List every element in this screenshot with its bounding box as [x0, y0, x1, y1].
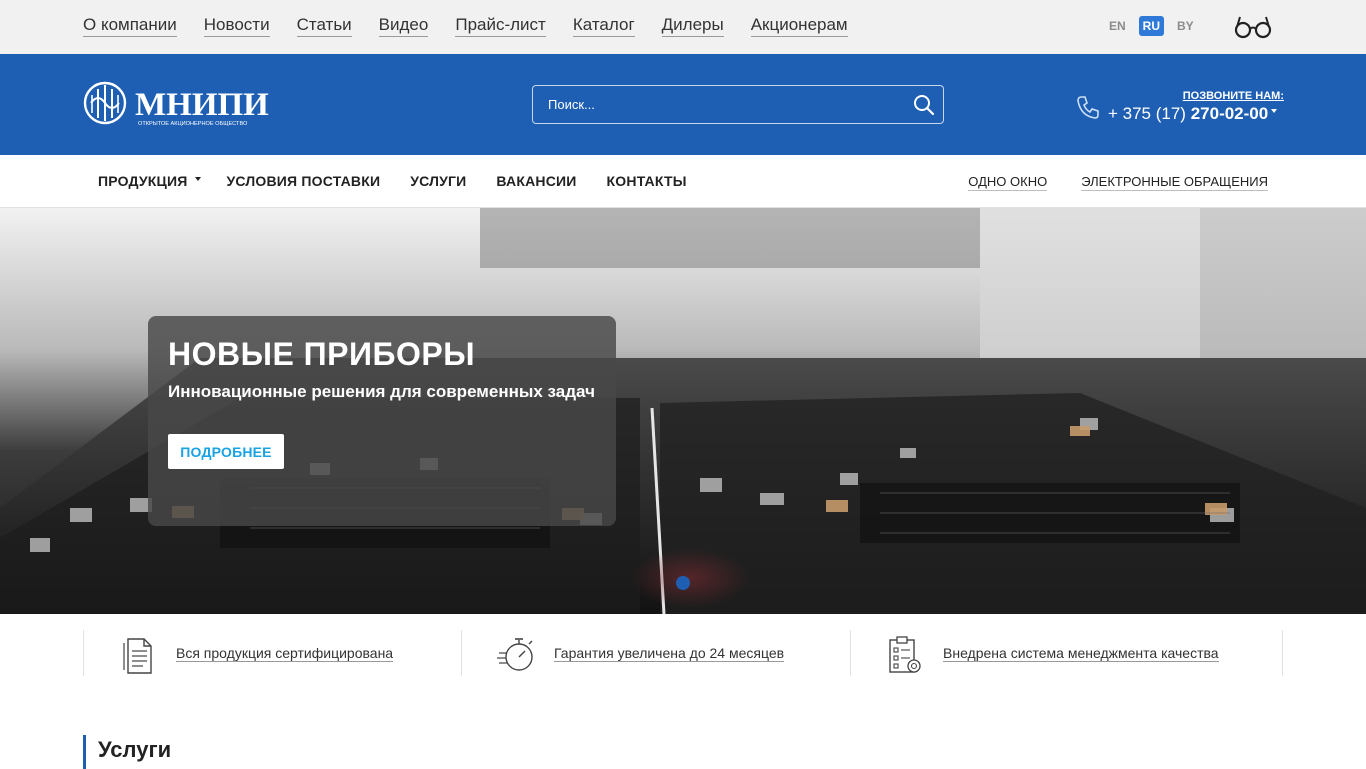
- language-switcher: EN RU BY: [1106, 16, 1197, 36]
- hero-title: НОВЫЕ ПРИБОРЫ: [168, 336, 476, 372]
- phone-prefix: + 375 (17): [1108, 104, 1191, 123]
- stopwatch-icon: [497, 638, 533, 671]
- hero-caption: НОВЫЕ ПРИБОРЫ Инновационные решения для …: [148, 316, 616, 526]
- top-nav-shareholders[interactable]: Акционерам: [750, 14, 848, 37]
- phone-icon: [1077, 96, 1099, 119]
- main-navigation: ПРОДУКЦИЯ УСЛОВИЯ ПОСТАВКИ УСЛУГИ ВАКАНС…: [0, 155, 1366, 208]
- top-nav-about[interactable]: О компании: [83, 14, 177, 37]
- chevron-down-icon[interactable]: [195, 177, 202, 181]
- feature-item: Вся продукция сертифицирована: [83, 630, 461, 676]
- logo-tagline: ОТКРЫТОЕ АКЦИОНЕРНОЕ ОБЩЕСТВО: [138, 121, 248, 127]
- nav-products[interactable]: ПРОДУКЦИЯ: [98, 173, 187, 189]
- feature-quality-link[interactable]: Внедрена система менеджмента качества: [943, 645, 1219, 662]
- language-by[interactable]: BY: [1174, 16, 1197, 36]
- nav-contacts[interactable]: КОНТАКТЫ: [607, 173, 687, 189]
- top-nav-articles[interactable]: Статьи: [296, 14, 352, 37]
- top-nav-video[interactable]: Видео: [378, 14, 429, 37]
- top-nav-dealers[interactable]: Дилеры: [661, 14, 724, 37]
- nav-electronic-appeals[interactable]: ЭЛЕКТРОННЫЕ ОБРАЩЕНИЯ: [1081, 174, 1268, 191]
- glasses-icon[interactable]: [1234, 14, 1272, 40]
- checklist-icon: [889, 636, 921, 673]
- company-logo[interactable]: МНИПИ ОТКРЫТОЕ АКЦИОНЕРНОЕ ОБЩЕСТВО: [83, 81, 273, 129]
- header: МНИПИ ОТКРЫТОЕ АКЦИОНЕРНОЕ ОБЩЕСТВО ПОЗВ…: [0, 54, 1366, 155]
- feature-warranty-link[interactable]: Гарантия увеличена до 24 месяцев: [554, 645, 785, 662]
- phone-number[interactable]: + 375 (17) 270-02-00: [1108, 104, 1278, 124]
- nav-one-window[interactable]: ОДНО ОКНО: [968, 174, 1048, 191]
- feature-certified-link[interactable]: Вся продукция сертифицирована: [176, 645, 394, 662]
- nav-services[interactable]: УСЛУГИ: [410, 173, 466, 189]
- search-icon[interactable]: [913, 94, 935, 116]
- certificate-document-icon: [123, 638, 152, 674]
- top-nav-news[interactable]: Новости: [203, 14, 270, 37]
- hero-slider: НОВЫЕ ПРИБОРЫ Инновационные решения для …: [0, 208, 1366, 614]
- top-navigation: О компании Новости Статьи Видео Прайс-ли…: [83, 14, 848, 37]
- call-us-label: ПОЗВОНИТЕ НАМ:: [1182, 90, 1284, 102]
- logo-wordmark: МНИПИ: [135, 87, 269, 123]
- language-ru[interactable]: RU: [1138, 16, 1165, 36]
- top-nav-catalog[interactable]: Каталог: [572, 14, 635, 37]
- services-section-title: Услуги: [83, 735, 171, 769]
- hero-subtitle: Инновационные решения для современных за…: [168, 382, 595, 401]
- top-nav-price-list[interactable]: Прайс-лист: [455, 14, 546, 37]
- chevron-down-icon: [1271, 108, 1278, 113]
- features-strip: Вся продукция сертифицирована Гарантия у…: [83, 630, 1283, 676]
- slider-dot-active[interactable]: [676, 576, 690, 590]
- top-bar: О компании Новости Статьи Видео Прайс-ли…: [0, 0, 1366, 54]
- feature-item: Гарантия увеличена до 24 месяцев: [461, 630, 850, 676]
- language-en[interactable]: EN: [1106, 16, 1129, 36]
- hero-details-button[interactable]: ПОДРОБНЕЕ: [168, 434, 284, 469]
- nav-delivery-terms[interactable]: УСЛОВИЯ ПОСТАВКИ: [226, 173, 380, 189]
- feature-item: Внедрена система менеджмента качества: [850, 630, 1283, 676]
- search-input[interactable]: [533, 86, 903, 123]
- nav-vacancies[interactable]: ВАКАНСИИ: [496, 173, 576, 189]
- search-box: [532, 85, 944, 124]
- phone-main: 270-02-00: [1190, 104, 1269, 123]
